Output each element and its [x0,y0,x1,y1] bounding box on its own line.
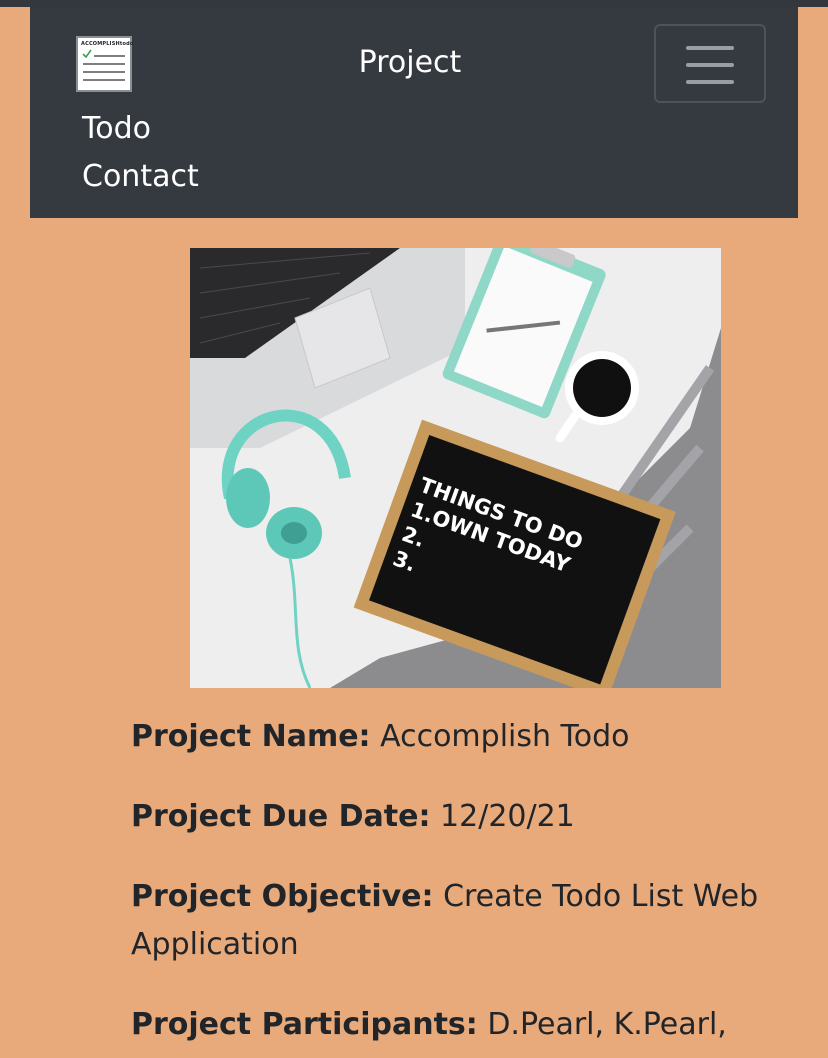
project-name-value: Accomplish Todo [380,719,630,754]
project-due-date-row: Project Due Date: 12/20/21 [131,793,771,841]
nav-link-todo[interactable]: Todo [82,111,151,146]
hamburger-menu-icon [686,46,734,50]
navbar-title[interactable]: Project [310,45,510,80]
hero-image: THINGS TO DO 1.OWN TODAY 2. 3. [190,248,721,688]
project-participants-label: Project Participants: [131,1007,478,1042]
hamburger-menu-icon [686,80,734,84]
project-name-label: Project Name: [131,719,371,754]
navbar-toggler-button[interactable] [654,24,766,103]
brand-logo[interactable]: ACCOMPLISHtodo [76,36,133,92]
project-name-row: Project Name: Accomplish Todo [131,713,771,761]
checklist-icon [82,49,125,81]
project-due-date-value: 12/20/21 [440,799,575,834]
project-participants-row: Project Participants: D.Pearl, K.Pearl, [131,1001,771,1049]
hero-illustration [190,248,721,688]
project-due-date-label: Project Due Date: [131,799,431,834]
navbar: ACCOMPLISHtodo Project Todo Contact [30,7,798,218]
nav-link-contact[interactable]: Contact [82,159,199,194]
browser-top-edge [0,0,828,7]
project-participants-value: D.Pearl, K.Pearl, [487,1007,727,1042]
project-objective-row: Project Objective: Create Todo List Web … [131,873,771,969]
project-objective-label: Project Objective: [131,879,434,914]
hamburger-menu-icon [686,63,734,67]
